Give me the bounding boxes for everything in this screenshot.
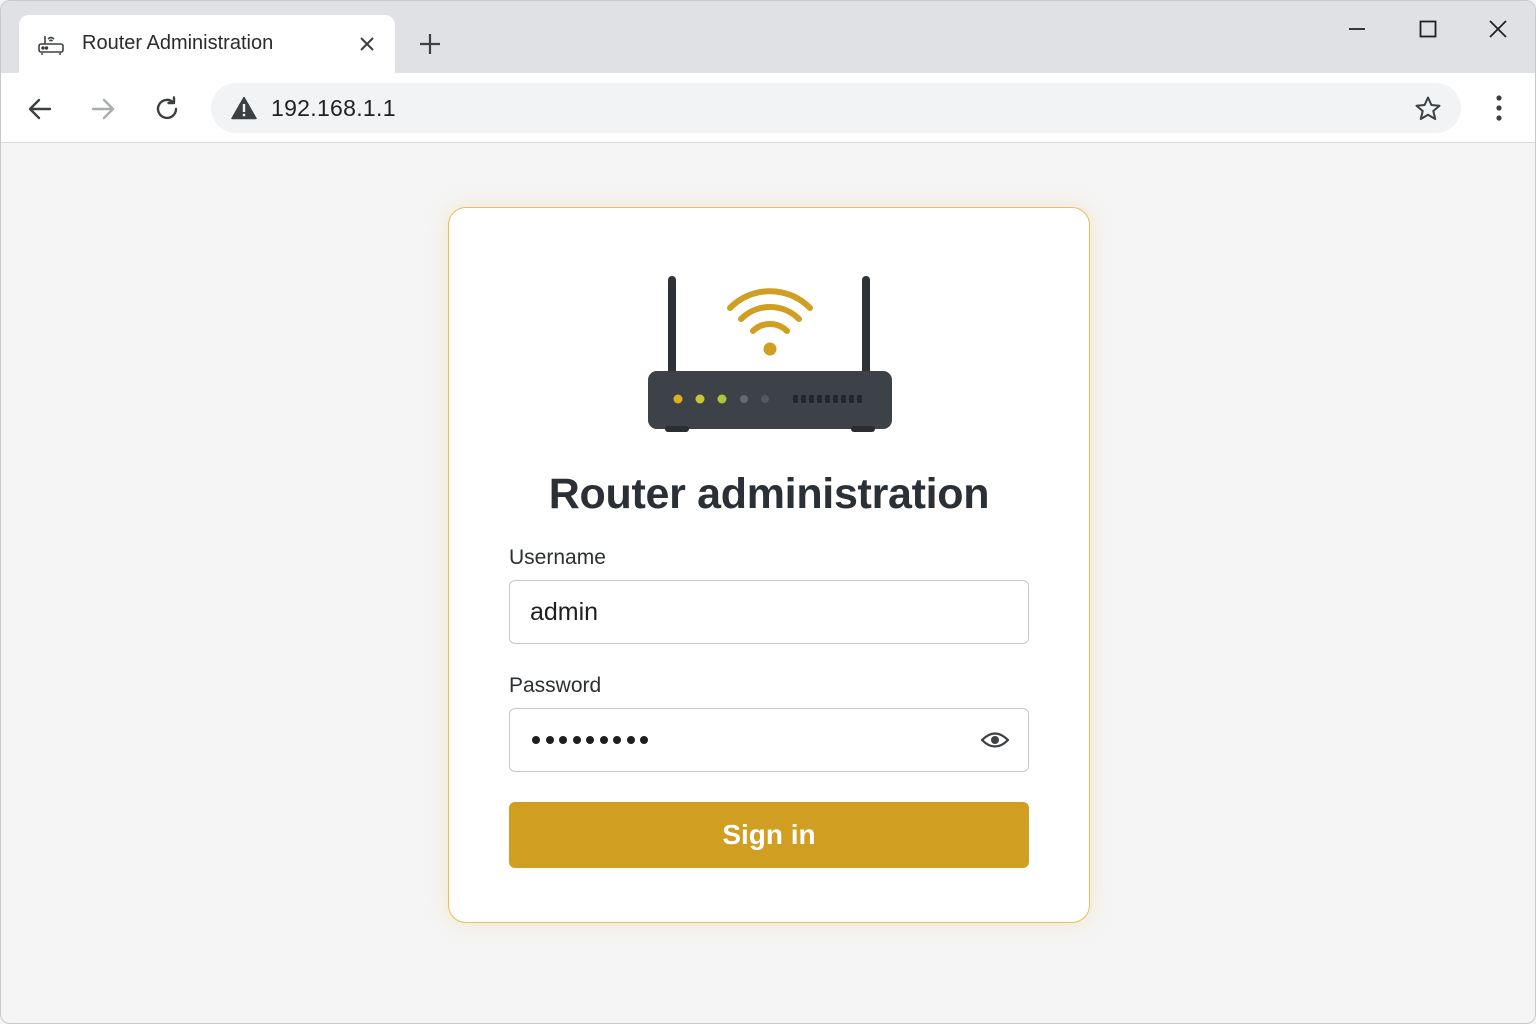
url-input[interactable] bbox=[271, 95, 1371, 122]
username-input[interactable] bbox=[530, 581, 970, 643]
warning-icon[interactable] bbox=[231, 96, 257, 120]
username-label: Username bbox=[509, 546, 606, 569]
password-dot bbox=[559, 736, 567, 744]
password-dot bbox=[613, 736, 621, 744]
reload-icon[interactable] bbox=[149, 91, 185, 127]
arrow-right-icon[interactable] bbox=[85, 91, 121, 127]
password-dot bbox=[532, 736, 540, 744]
router-icon bbox=[37, 31, 65, 57]
close-tab-icon[interactable] bbox=[355, 32, 379, 56]
password-dot bbox=[545, 736, 554, 744]
maximize-icon[interactable] bbox=[1408, 13, 1448, 45]
active-tab[interactable]: Router Administration bbox=[19, 15, 395, 73]
kebab-menu-icon[interactable] bbox=[1481, 90, 1517, 126]
password-label: Password bbox=[509, 674, 602, 697]
minimize-icon[interactable] bbox=[1337, 13, 1377, 45]
arrow-left-icon[interactable] bbox=[22, 91, 58, 127]
browser-window: Router Administration 192.168.1.1 Router… bbox=[0, 0, 1536, 1024]
tab-strip: Router Administration bbox=[1, 1, 1535, 73]
close-icon[interactable] bbox=[1478, 13, 1518, 45]
wifi-router-icon bbox=[645, 276, 895, 438]
eye-icon[interactable] bbox=[980, 727, 1010, 753]
tab-title: Router Administration bbox=[82, 32, 274, 54]
password-dot bbox=[586, 736, 594, 744]
password-dot bbox=[640, 736, 648, 744]
password-field[interactable] bbox=[509, 708, 1029, 772]
username-field-box[interactable] bbox=[509, 580, 1029, 644]
login-card: Router administration Username Password … bbox=[448, 207, 1090, 923]
address-bar[interactable] bbox=[211, 83, 1461, 133]
plus-icon[interactable] bbox=[415, 29, 445, 59]
password-dot bbox=[572, 736, 581, 744]
sign-in-button[interactable]: Sign in bbox=[509, 802, 1029, 868]
password-dot bbox=[626, 736, 635, 744]
star-icon[interactable] bbox=[1413, 94, 1443, 124]
page-content: Router administration Username Password … bbox=[1, 143, 1535, 1023]
password-mask[interactable] bbox=[532, 709, 648, 771]
password-dot bbox=[599, 736, 608, 744]
page-title: Router administration bbox=[548, 470, 990, 518]
browser-toolbar bbox=[1, 73, 1535, 143]
